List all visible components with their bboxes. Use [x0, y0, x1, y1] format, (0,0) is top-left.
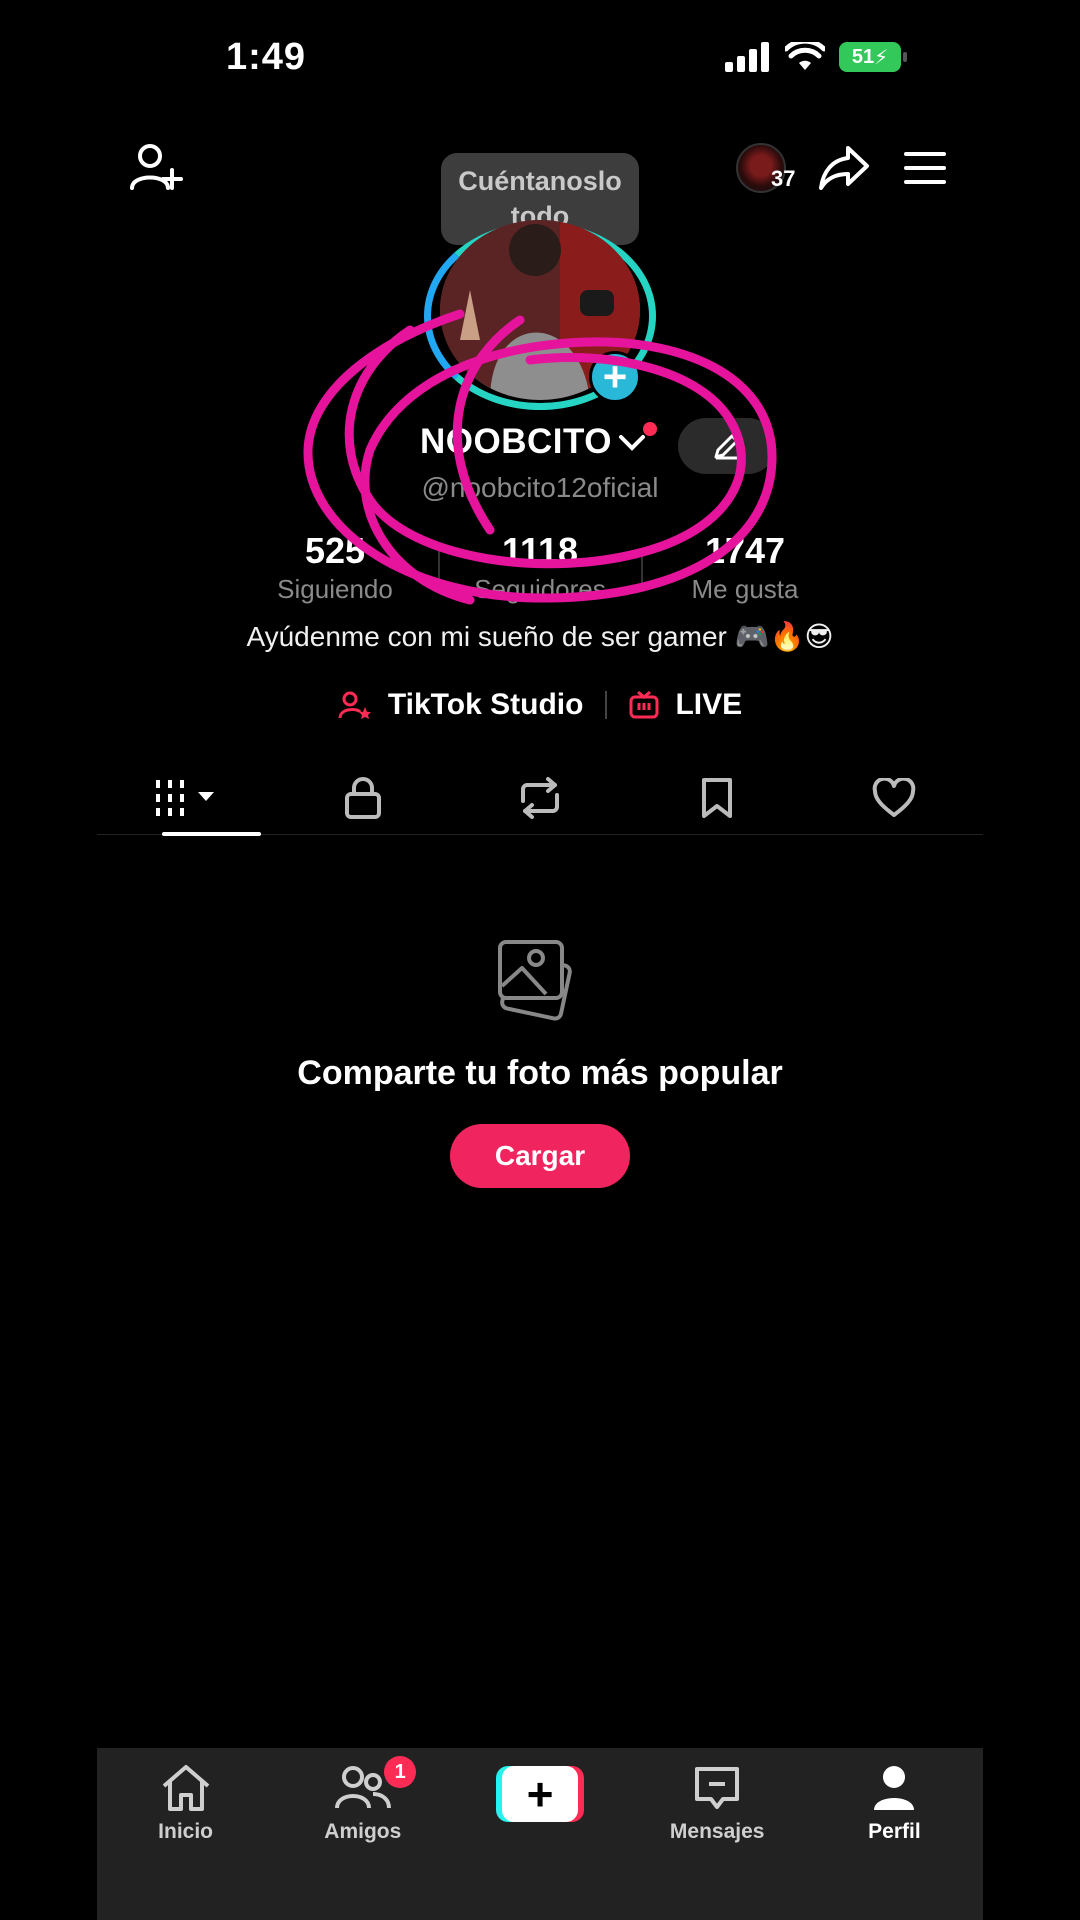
profile-stats: 525 Siguiendo 1118 Seguidores 1747 Me gu…: [0, 530, 1080, 605]
add-story-button[interactable]: +: [589, 351, 641, 403]
battery-level: 51: [851, 45, 875, 68]
stat-following[interactable]: 525 Siguiendo: [233, 530, 438, 605]
username-row[interactable]: NOOBCITO: [420, 422, 646, 462]
tab-videos[interactable]: [97, 762, 274, 836]
tab-liked[interactable]: [806, 762, 983, 834]
photos-icon: [496, 938, 586, 1028]
tab-saved[interactable]: [629, 762, 806, 834]
grid-icon: [155, 780, 214, 816]
chevron-down-icon: [618, 435, 645, 451]
nav-label: Perfil: [868, 1820, 921, 1843]
plus-icon: +: [502, 1766, 578, 1822]
nav-label: Mensajes: [669, 1820, 765, 1843]
nav-messages[interactable]: Mensajes: [629, 1748, 806, 1920]
upload-button[interactable]: Cargar: [450, 1124, 630, 1188]
bottom-nav: Inicio 1 Amigos + Mensajes Perfil: [97, 1748, 983, 1920]
nav-friends[interactable]: 1 Amigos: [274, 1748, 451, 1920]
stat-label: Siguiendo: [277, 574, 393, 604]
stat-label: Me gusta: [691, 574, 799, 604]
tab-reposts[interactable]: [451, 762, 628, 834]
live-tv-icon: [629, 690, 659, 719]
notification-badge: 1: [384, 1756, 417, 1788]
stat-divider: [437, 548, 440, 586]
nav-label: Amigos: [324, 1820, 402, 1843]
user-handle: @noobcito12oficial: [421, 472, 659, 503]
heart-icon: [873, 778, 916, 817]
profile-icon: [866, 1762, 922, 1814]
bookmark-icon: [702, 778, 733, 818]
studio-icon: [338, 691, 371, 719]
status-time: 1:49: [226, 36, 307, 78]
menu-icon[interactable]: [900, 145, 950, 191]
nav-create[interactable]: +: [451, 1748, 628, 1920]
edit-profile-button[interactable]: [678, 418, 776, 474]
stat-likes[interactable]: 1747 Me gusta: [643, 530, 848, 605]
lock-icon: [344, 777, 381, 819]
live-link[interactable]: LIVE: [675, 688, 742, 722]
home-icon: [158, 1762, 214, 1814]
tab-private[interactable]: [274, 762, 451, 834]
stat-label: Seguidores: [474, 574, 606, 604]
share-icon[interactable]: [816, 140, 872, 196]
notification-dot: [643, 422, 657, 436]
stat-value: 1747: [704, 530, 786, 571]
visitor-count: 37: [771, 166, 796, 191]
signal-icon: [725, 42, 769, 72]
stat-value: 1118: [501, 530, 579, 571]
status-icons: 51 ⚡: [725, 42, 907, 72]
repost-icon: [521, 777, 559, 819]
tiktok-studio-link[interactable]: TikTok Studio: [388, 688, 584, 722]
nav-home[interactable]: Inicio: [97, 1748, 274, 1920]
nav-label: Inicio: [158, 1820, 214, 1843]
wifi-icon: [785, 42, 825, 70]
profile-links: TikTok Studio LIVE: [0, 688, 1080, 722]
content-tabs: [97, 762, 983, 836]
add-friend-icon[interactable]: [128, 140, 184, 196]
create-button[interactable]: +: [496, 1766, 584, 1822]
links-divider: [605, 691, 608, 719]
messages-icon: [689, 1762, 745, 1814]
username: NOOBCITO: [420, 422, 612, 461]
battery-icon: 51 ⚡: [839, 42, 907, 72]
pencil-icon: [714, 434, 739, 460]
nav-profile[interactable]: Perfil: [806, 1748, 983, 1920]
stat-followers[interactable]: 1118 Seguidores: [437, 530, 643, 605]
stat-value: 525: [304, 530, 366, 571]
empty-state-title: Comparte tu foto más popular: [297, 1054, 783, 1092]
friends-icon: [334, 1762, 391, 1814]
profile-bio: Ayúdenme con mi sueño de ser gamer 🎮🔥😎: [246, 621, 834, 652]
